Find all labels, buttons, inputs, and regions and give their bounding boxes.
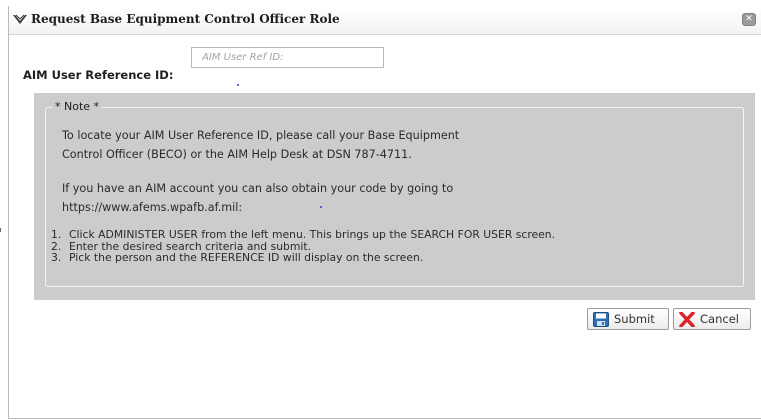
note-para1-line2: Control Officer (BECO) or the AIM Help D…	[62, 148, 412, 161]
note-para1-line1: To locate your AIM User Reference ID, pl…	[62, 129, 460, 142]
request-beco-role-dialog: Request Base Equipment Control Officer R…	[8, 6, 761, 419]
page-edge-mark	[0, 228, 1, 232]
list-item: 3. Pick the person and the REFERENCE ID w…	[51, 251, 424, 264]
note-legend: * Note *	[52, 100, 103, 113]
dialog-titlebar: Request Base Equipment Control Officer R…	[9, 6, 761, 35]
dialog-title: Request Base Equipment Control Officer R…	[31, 12, 340, 26]
x-icon	[679, 312, 695, 327]
note-steps-list: 1. Click ADMINISTER USER from the left me…	[51, 229, 555, 264]
submit-button[interactable]: Submit	[587, 308, 669, 330]
note-para2-line2: https://www.afems.wpafb.af.mil:	[62, 201, 243, 214]
aim-user-ref-id-label: AIM User Reference ID:	[23, 68, 174, 82]
cancel-button[interactable]: Cancel	[673, 308, 751, 330]
submit-label: Submit	[614, 312, 655, 326]
close-icon[interactable]: ✕	[742, 13, 756, 26]
wings-logo-icon	[13, 14, 27, 24]
save-icon	[593, 312, 609, 327]
stray-dot	[237, 84, 239, 86]
note-para2-line1: If you have an AIM account you can also …	[62, 182, 454, 195]
stray-dot	[320, 206, 322, 208]
aim-user-ref-id-input[interactable]	[191, 47, 384, 68]
cancel-label: Cancel	[700, 312, 739, 326]
